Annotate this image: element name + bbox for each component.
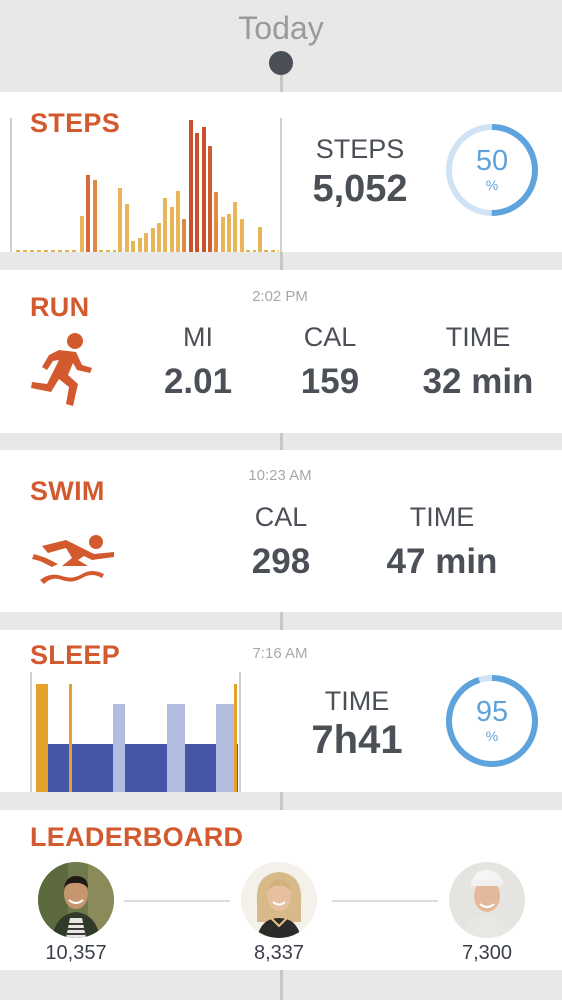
today-dot — [269, 51, 293, 75]
run-mi-value: 2.01 — [163, 362, 233, 401]
steps-bar — [170, 207, 174, 252]
leaderboard-card[interactable]: LEADERBOARD 10,357 8,337 7,300 — [0, 810, 562, 970]
steps-bar — [182, 219, 186, 252]
steps-bar — [125, 204, 129, 252]
sleep-light-block — [113, 704, 125, 792]
steps-bar — [195, 133, 199, 252]
steps-progress-ring: 50 % — [445, 123, 539, 217]
steps-bar — [176, 191, 180, 252]
leaderboard-connector — [332, 900, 438, 902]
run-time-label: TIME — [445, 322, 511, 352]
swim-time-value: 47 min — [386, 542, 498, 581]
steps-bar — [144, 233, 148, 252]
steps-stat-value: 5,052 — [312, 168, 408, 210]
steps-bar — [163, 198, 167, 252]
sleep-deep-block — [36, 744, 238, 792]
sleep-awake-block — [69, 684, 72, 792]
steps-bar — [189, 120, 193, 252]
steps-percent: 50 — [475, 145, 509, 177]
steps-bar — [118, 188, 122, 252]
steps-bar — [221, 217, 225, 252]
runner-icon — [31, 333, 92, 406]
sleep-chart — [30, 672, 241, 792]
leaderboard-score-2: 8,337 — [253, 942, 305, 964]
leaderboard-avatar-3[interactable] — [449, 862, 525, 938]
swim-cal-value: 298 — [251, 542, 311, 581]
swim-time-label: TIME — [409, 502, 475, 532]
sleep-percent-symbol: % — [485, 728, 499, 744]
leaderboard-title: LEADERBOARD — [30, 822, 244, 852]
run-time-value: 32 min — [422, 362, 534, 401]
sleep-time-value: 7h41 — [311, 718, 403, 762]
steps-bar — [202, 127, 206, 252]
sleep-awake-block — [234, 684, 237, 792]
steps-card[interactable]: STEPS STEPS 5,052 50 % — [0, 92, 562, 252]
sleep-progress-ring: 95 % — [445, 674, 539, 768]
steps-bar — [131, 241, 135, 252]
today-header: Today — [238, 10, 324, 46]
run-time: 2:02 PM — [252, 288, 308, 305]
run-cal-value: 159 — [300, 362, 360, 401]
sleep-light-block — [216, 704, 234, 792]
steps-stat-label: STEPS — [315, 134, 405, 164]
steps-bar — [240, 219, 244, 252]
swimmer-icon — [32, 535, 114, 584]
sleep-awake-block — [36, 684, 48, 792]
swim-title: SWIM — [30, 476, 105, 506]
run-card[interactable]: RUN 2:02 PM MI 2.01 CAL 159 TIME 32 min — [0, 270, 562, 433]
steps-bar — [93, 180, 97, 252]
swim-time: 10:23 AM — [248, 467, 312, 484]
steps-bar — [227, 214, 231, 252]
run-cal-label: CAL — [303, 322, 357, 352]
sleep-card[interactable]: SLEEP 7:16 AM TIME 7h41 95 % — [0, 630, 562, 792]
leaderboard-avatar-2[interactable] — [241, 862, 317, 938]
sleep-time-label: TIME — [324, 686, 390, 716]
leaderboard-score-1: 10,357 — [45, 942, 107, 964]
run-mi-label: MI — [183, 322, 213, 352]
steps-chart — [10, 118, 282, 252]
swim-cal-label: CAL — [254, 502, 308, 532]
sleep-percent: 95 — [475, 696, 509, 728]
steps-bar — [86, 175, 90, 252]
swim-card[interactable]: SWIM 10:23 AM CAL 298 TIME 47 min — [0, 450, 562, 612]
sleep-light-block — [167, 704, 185, 792]
steps-bar — [208, 146, 212, 252]
leaderboard-score-3: 7,300 — [461, 942, 513, 964]
leaderboard-avatar-1[interactable] — [38, 862, 114, 938]
steps-bar — [138, 238, 142, 252]
steps-bar — [233, 202, 237, 252]
run-title: RUN — [30, 292, 90, 322]
steps-percent-symbol: % — [485, 177, 499, 193]
steps-bar — [80, 216, 84, 252]
leaderboard-connector — [124, 900, 230, 902]
steps-bar — [258, 227, 262, 252]
steps-bar — [151, 228, 155, 252]
steps-bar — [157, 223, 161, 252]
steps-bar — [214, 192, 218, 252]
